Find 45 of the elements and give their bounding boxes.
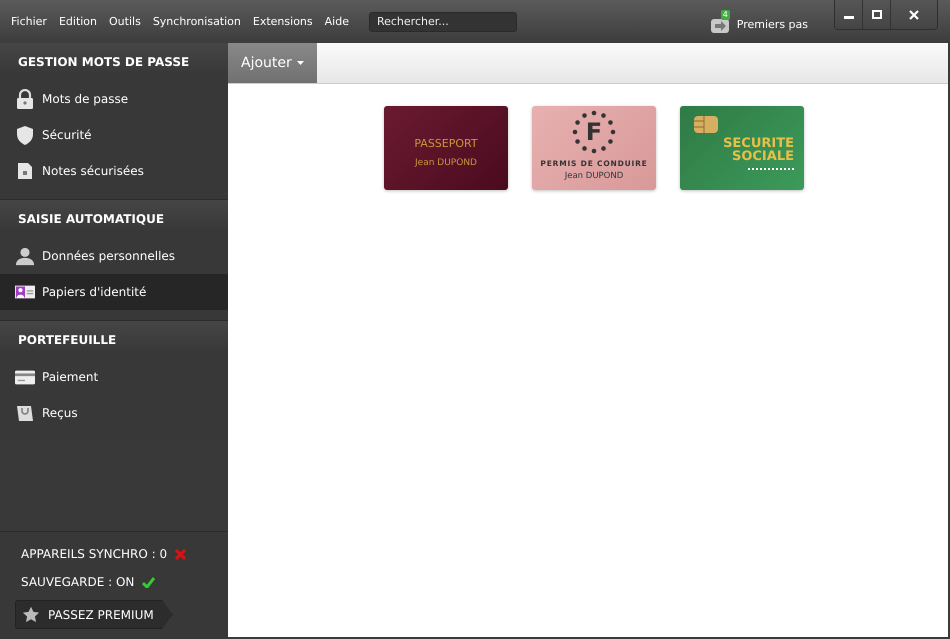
maximize-icon[interactable] <box>862 0 890 29</box>
minimize-icon[interactable] <box>835 0 862 29</box>
star-icon <box>22 606 40 623</box>
section-heading: SAISIE AUTOMATIQUE <box>17 211 166 228</box>
premium-button[interactable]: PASSEZ PREMIUM <box>15 600 173 629</box>
menu-item[interactable]: Aide <box>318 15 355 28</box>
search-field[interactable]: Rechercher... <box>368 12 517 32</box>
lock-icon <box>15 89 35 109</box>
menu-item[interactable]: Synchronisation <box>146 15 247 28</box>
sidebar-item[interactable]: Reçus <box>0 395 228 431</box>
getting-started-button[interactable]: 4 Premiers pas <box>710 8 808 34</box>
sidebar-item[interactable]: Papiers d'identité <box>0 274 228 310</box>
add-dropdown-button[interactable]: Ajouter <box>228 43 317 83</box>
note-icon <box>15 162 35 180</box>
close-icon[interactable] <box>890 0 937 29</box>
shopping-bag-icon <box>15 404 35 422</box>
sidebar-item[interactable]: Sécurité <box>0 117 228 153</box>
passport-card[interactable]: PASSEPORT Jean DUPOND <box>384 106 508 190</box>
sidebar-item[interactable]: Notes sécurisées <box>0 153 228 189</box>
caret-icon <box>296 61 304 65</box>
card-holder: Jean DUPOND <box>415 158 477 168</box>
chip-icon <box>694 116 718 133</box>
count-badge: 4 <box>720 10 730 20</box>
sidebar-item[interactable]: Mots de passe <box>0 81 228 117</box>
person-icon <box>15 246 35 266</box>
card-title: PASSEPORT <box>414 136 478 150</box>
credit-card-icon <box>15 370 35 384</box>
star-circle-icon <box>571 109 617 155</box>
sidebar-item[interactable]: Paiement <box>0 359 228 395</box>
id-card-icon <box>15 285 35 299</box>
status-text: APPAREILS SYNCHRO : 0 <box>21 547 168 561</box>
card-holder: Jean DUPOND <box>564 171 624 181</box>
menu-item[interactable]: Fichier <box>5 15 53 28</box>
sidebar-item[interactable]: Données personnelles <box>0 238 228 274</box>
section-heading: PORTEFEUILLE <box>17 332 118 349</box>
section-heading: GESTION MOTS DE PASSE <box>17 54 190 71</box>
menu-item[interactable]: Edition <box>52 15 104 28</box>
menu-item[interactable]: Extensions <box>246 15 319 28</box>
status-text: SAUVEGARDE : ON <box>21 575 134 589</box>
menu-item[interactable]: Outils <box>103 15 147 28</box>
card-title: SOCIALE <box>730 150 794 163</box>
card-title: SECURITE <box>722 137 794 150</box>
dotted-line <box>748 168 794 170</box>
emblem-letter: F <box>586 118 602 146</box>
shield-icon <box>15 125 35 145</box>
